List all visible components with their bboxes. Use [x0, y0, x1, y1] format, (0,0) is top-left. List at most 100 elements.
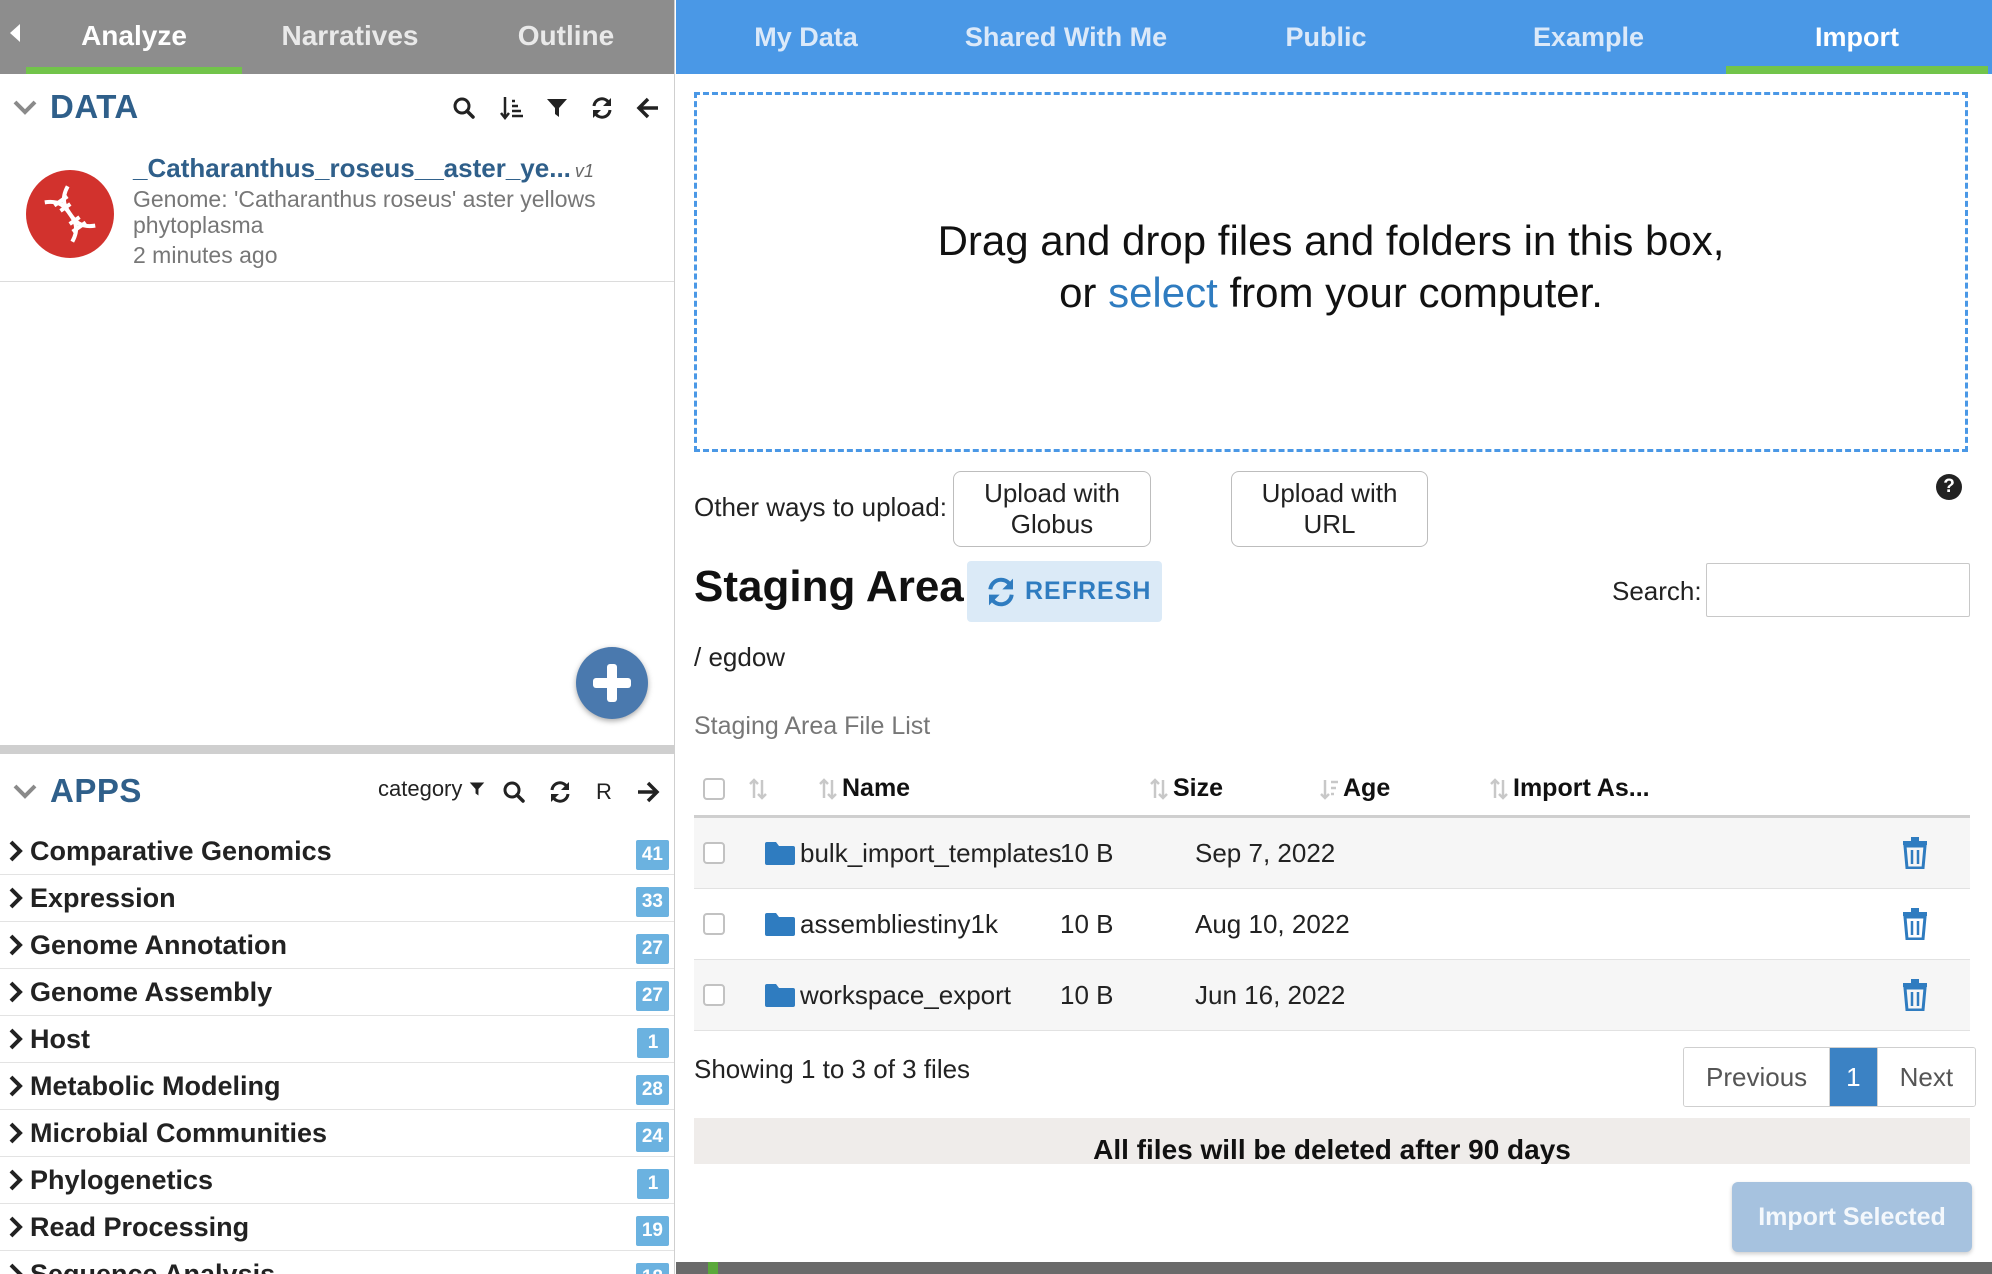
app-category-read-processing[interactable]: Read Processing 19 — [0, 1204, 674, 1251]
retention-notice-text: All files will be deleted after 90 days — [1093, 1134, 1571, 1164]
staging-path-breadcrumb[interactable]: / egdow — [694, 642, 785, 673]
tab-my-data[interactable]: My Data — [676, 0, 936, 74]
tab-analyze[interactable]: Analyze — [26, 0, 242, 74]
column-name[interactable]: Name — [818, 774, 910, 803]
column-sort-type[interactable] — [748, 774, 772, 803]
refresh-label: REFRESH — [1025, 577, 1152, 605]
import-selected-button[interactable]: Import Selected — [1732, 1182, 1972, 1252]
file-dropzone[interactable]: Drag and drop files and folders in this … — [694, 92, 1968, 452]
chevron-right-icon — [9, 1216, 23, 1238]
trash-icon[interactable] — [1902, 908, 1928, 940]
sort-icon — [749, 778, 767, 801]
select-files-link[interactable]: select — [1108, 269, 1218, 316]
app-category-phylogenetics[interactable]: Phylogenetics 1 — [0, 1157, 674, 1204]
column-size[interactable]: Size — [1149, 774, 1223, 803]
tab-import[interactable]: Import — [1726, 0, 1988, 74]
arrow-left-icon[interactable] — [632, 92, 664, 124]
data-object-card[interactable]: _Catharanthus_roseus__aster_ye... v1 Geno… — [0, 142, 674, 282]
file-name[interactable]: workspace_export — [800, 980, 1011, 1011]
tab-public[interactable]: Public — [1196, 0, 1456, 74]
data-object-timestamp: 2 minutes ago — [133, 242, 278, 268]
app-category-label: Microbial Communities — [30, 1118, 328, 1148]
chevron-down-icon[interactable] — [12, 94, 38, 120]
folder-icon[interactable] — [764, 982, 796, 1008]
chevron-right-icon — [9, 1263, 23, 1274]
file-age: Aug 10, 2022 — [1195, 909, 1350, 939]
app-count-badge: 27 — [635, 934, 669, 964]
upload-globus-button[interactable]: Upload with Globus — [953, 471, 1151, 547]
tab-outline[interactable]: Outline — [458, 0, 674, 74]
app-category-metabolic-modeling[interactable]: Metabolic Modeling 28 — [0, 1063, 674, 1110]
app-category-expression[interactable]: Expression 33 — [0, 875, 674, 922]
search-icon[interactable] — [448, 92, 480, 124]
refresh-icon[interactable] — [586, 92, 618, 124]
app-category-label: Sequence Analysis — [30, 1259, 276, 1274]
chevron-right-icon — [9, 1122, 23, 1144]
refresh-button[interactable]: REFRESH — [967, 561, 1162, 622]
app-category-label: Comparative Genomics — [30, 836, 332, 866]
app-count-badge: 41 — [635, 840, 669, 870]
table-row[interactable]: bulk_import_templates 10 B Sep 7, 2022 — [694, 818, 1970, 889]
app-category-label: Expression — [30, 883, 176, 913]
column-age[interactable]: Age — [1319, 774, 1390, 803]
file-name[interactable]: assembliestiny1k — [800, 909, 998, 940]
app-count-badge: 1 — [637, 1169, 669, 1199]
add-data-button[interactable] — [576, 647, 648, 719]
data-object-name[interactable]: _Catharanthus_roseus__aster_ye... v1 — [133, 153, 594, 184]
help-icon[interactable]: ? — [1936, 474, 1962, 500]
sort-desc-icon — [1320, 780, 1338, 801]
r-apps-toggle[interactable]: R — [588, 776, 620, 808]
app-category-host[interactable]: Host 1 — [0, 1016, 674, 1063]
row-checkbox[interactable] — [703, 984, 725, 1006]
apps-panel-title: APPS — [50, 772, 142, 809]
trash-icon[interactable] — [1902, 979, 1928, 1011]
tab-shared-with-me[interactable]: Shared With Me — [936, 0, 1196, 74]
select-all-checkbox[interactable] — [703, 778, 725, 800]
category-filter-dropdown[interactable]: category — [378, 776, 485, 802]
app-category-genome-assembly[interactable]: Genome Assembly 27 — [0, 969, 674, 1016]
app-category-label: Metabolic Modeling — [30, 1071, 281, 1101]
chevron-down-icon[interactable] — [12, 778, 38, 804]
upload-url-button[interactable]: Upload with URL — [1231, 471, 1428, 547]
app-category-microbial-communities[interactable]: Microbial Communities 24 — [0, 1110, 674, 1157]
app-category-label: Phylogenetics — [30, 1165, 214, 1195]
app-category-genome-annotation[interactable]: Genome Annotation 27 — [0, 922, 674, 969]
dna-icon[interactable] — [26, 170, 114, 258]
file-name[interactable]: bulk_import_templates — [800, 838, 1062, 869]
dropzone-line-1: Drag and drop files and folders in this … — [937, 217, 1725, 264]
staging-area-title: Staging Area — [694, 562, 964, 611]
app-category-sequence-analysis[interactable]: Sequence Analysis 18 — [0, 1251, 674, 1274]
app-count-badge: 18 — [635, 1263, 669, 1274]
filter-icon[interactable] — [541, 92, 573, 124]
sort-icon — [819, 778, 837, 801]
folder-icon[interactable] — [764, 840, 796, 866]
staging-search-input[interactable] — [1706, 563, 1970, 617]
other-upload-label: Other ways to upload: — [694, 492, 947, 522]
table-row[interactable]: assembliestiny1k 10 B Aug 10, 2022 — [694, 889, 1970, 960]
chevron-right-icon — [9, 840, 23, 862]
data-source-tabs: My Data Shared With Me Public Example Im… — [676, 0, 1992, 74]
tab-example[interactable]: Example — [1456, 0, 1721, 74]
page-1-button[interactable]: 1 — [1829, 1048, 1877, 1106]
sort-icon[interactable] — [496, 92, 528, 124]
tab-narratives[interactable]: Narratives — [242, 0, 458, 74]
previous-page-button[interactable]: Previous — [1684, 1048, 1830, 1106]
chevron-right-icon — [9, 887, 23, 909]
row-checkbox[interactable] — [703, 842, 725, 864]
refresh-icon[interactable] — [544, 776, 576, 808]
collapse-panel-icon[interactable] — [10, 24, 20, 42]
file-size: 10 B — [1060, 838, 1114, 868]
column-import-as[interactable]: Import As... — [1489, 774, 1650, 803]
next-page-button[interactable]: Next — [1876, 1048, 1976, 1106]
row-checkbox[interactable] — [703, 913, 725, 935]
trash-icon[interactable] — [1902, 837, 1928, 869]
arrow-right-icon[interactable] — [632, 776, 664, 808]
pagination: Previous 1 Next — [1683, 1047, 1977, 1107]
search-icon[interactable] — [498, 776, 530, 808]
table-info-text: Showing 1 to 3 of 3 files — [694, 1054, 971, 1084]
folder-icon[interactable] — [764, 911, 796, 937]
table-row[interactable]: workspace_export 10 B Jun 16, 2022 — [694, 960, 1970, 1031]
panel-divider[interactable] — [0, 745, 674, 754]
category-filter-label: category — [378, 776, 463, 801]
app-category-comparative-genomics[interactable]: Comparative Genomics 41 — [0, 828, 674, 875]
